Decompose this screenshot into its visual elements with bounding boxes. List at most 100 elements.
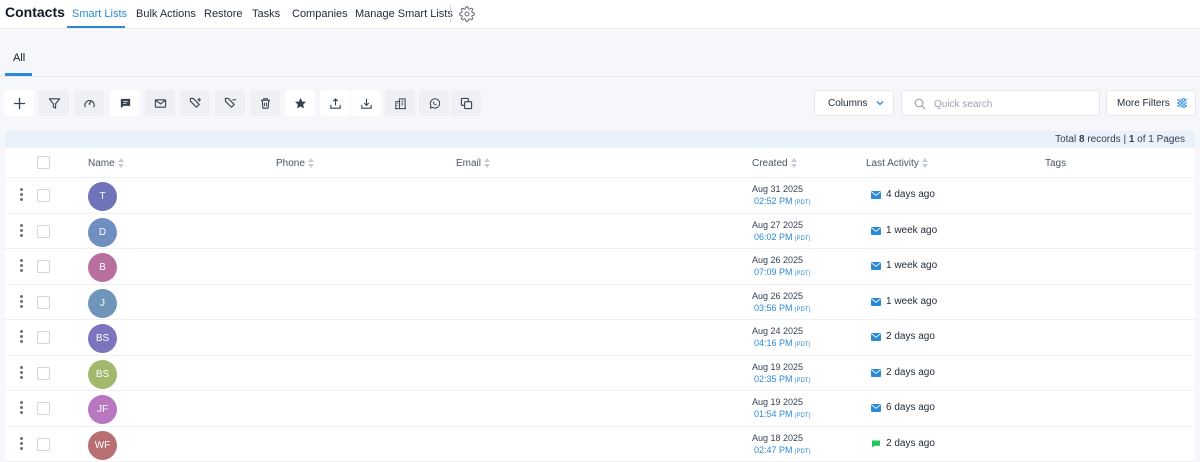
filter-button[interactable] [39,90,69,116]
table-row[interactable]: J Aug 26 2025 03:56 PM (PDT) 1 week ago [5,285,1195,320]
export-icon [329,97,341,109]
quick-search[interactable] [901,90,1100,116]
avatar[interactable]: D [88,217,117,247]
remove-tag-button[interactable] [215,90,245,116]
row-checkbox[interactable] [37,260,50,273]
tab-restore[interactable]: Restore [204,8,243,20]
column-header-name[interactable]: Name [88,158,125,169]
avatar[interactable]: BS [88,324,117,353]
merge-contacts-button[interactable] [451,90,481,116]
table-row[interactable]: WF Aug 18 2025 02:47 PM (PDT) 2 days ago [5,427,1195,462]
last-activity: 4 days ago [886,189,935,200]
last-activity: 6 days ago [886,402,935,413]
row-actions-menu[interactable] [18,401,24,416]
select-all-checkbox[interactable] [37,156,50,169]
column-label: Name [88,158,115,169]
tab-bulk-actions[interactable]: Bulk Actions [136,8,196,20]
sort-icon [484,158,491,169]
column-label: Created [752,158,788,169]
row-checkbox[interactable] [37,295,50,309]
email-icon [871,297,881,306]
add-contact-button[interactable] [4,90,34,116]
column-label: Last Activity [866,158,919,169]
avatar[interactable]: JF [88,395,117,424]
tab-all[interactable]: All [13,52,25,64]
add-to-company-button[interactable] [385,90,415,116]
table-row[interactable]: B Aug 26 2025 07:09 PM (PDT) 1 week ago [5,249,1195,285]
more-filters-button[interactable]: More Filters [1106,90,1196,116]
sms-icon [872,439,880,448]
email-icon [871,333,881,341]
created-date: Aug 26 2025 [752,255,804,265]
add-to-favorites-button[interactable] [285,90,315,116]
column-header-email[interactable]: Email [456,158,491,169]
add-tag-icon [189,97,201,108]
created-date: Aug 19 2025 [752,397,804,407]
timezone: (PDT) [794,377,811,384]
send-sms-button[interactable] [110,90,140,116]
last-activity: 1 week ago [886,224,938,236]
page-title: Contacts [5,4,65,20]
email-icon [871,368,881,377]
column-header-phone[interactable]: Phone [276,158,315,169]
import-button[interactable] [351,90,381,116]
created-date: Aug 27 2025 [752,219,804,230]
avatar[interactable]: B [88,253,117,282]
tab-smart-lists[interactable]: Smart Lists [72,8,127,20]
gear-icon[interactable] [459,6,475,22]
created-time: 02:35 PM (PDT) [754,374,811,384]
last-activity: 1 week ago [886,260,938,271]
send-email-button[interactable] [145,90,175,116]
pipeline-button[interactable] [74,90,104,116]
avatar[interactable]: J [88,288,117,318]
column-label: Email [456,158,482,169]
row-actions-menu[interactable] [18,436,24,452]
row-actions-menu[interactable] [18,188,24,203]
remove-tag-icon [224,97,236,108]
column-header-created[interactable]: Created [752,158,798,169]
row-actions-menu[interactable] [18,223,24,239]
timezone: (PDT) [794,200,811,206]
search-icon [914,98,926,110]
columns-dropdown[interactable]: Columns [814,90,894,116]
row-actions-menu[interactable] [18,365,24,381]
avatar[interactable]: T [88,182,117,211]
created-date: Aug 19 2025 [752,361,804,372]
whatsapp-button[interactable] [419,90,449,116]
avatar[interactable]: WF [88,430,117,460]
table-row[interactable]: BS Aug 24 2025 04:16 PM (PDT) 2 days ago [5,320,1195,356]
table-row[interactable]: BS Aug 19 2025 02:35 PM (PDT) 2 days ago [5,356,1195,391]
column-header-last-activity[interactable]: Last Activity [866,158,929,169]
tab-manage-smart-lists[interactable]: Manage Smart Lists [355,8,453,20]
row-actions-menu[interactable] [18,330,24,345]
row-checkbox[interactable] [37,189,50,202]
tab-tasks[interactable]: Tasks [252,8,280,20]
plus-icon [13,97,25,109]
table-row[interactable]: JF Aug 19 2025 01:54 PM (PDT) 6 days ago [5,391,1195,427]
avatar[interactable]: BS [88,359,117,389]
export-button[interactable] [320,90,350,116]
more-filters-label: More Filters [1117,97,1170,109]
created-time-value: 04:16 PM [754,338,793,348]
search-input[interactable] [934,95,1094,113]
table-row[interactable]: D Aug 27 2025 06:02 PM (PDT) 1 week ago [5,214,1195,249]
email-icon [154,98,166,108]
records-summary-bar: Total 8 records | 1 of 1 Pages [5,131,1195,148]
created-time-value: 02:47 PM [754,444,793,455]
table-row[interactable]: T Aug 31 2025 02:52 PM (PDT) 4 days ago [5,178,1195,214]
add-tag-button[interactable] [180,90,210,116]
row-actions-menu[interactable] [18,259,24,274]
row-checkbox[interactable] [37,224,50,238]
created-time-value: 02:35 PM [754,373,793,384]
column-header-tags: Tags [1045,158,1066,169]
timezone: (PDT) [794,306,811,313]
row-checkbox[interactable] [37,437,50,451]
sort-icon [790,158,798,169]
row-checkbox[interactable] [37,366,50,380]
row-checkbox[interactable] [37,402,50,415]
delete-button[interactable] [250,90,280,116]
nav-divider [450,5,451,23]
tab-companies[interactable]: Companies [292,8,348,20]
row-actions-menu[interactable] [18,294,24,310]
row-checkbox[interactable] [37,331,50,344]
